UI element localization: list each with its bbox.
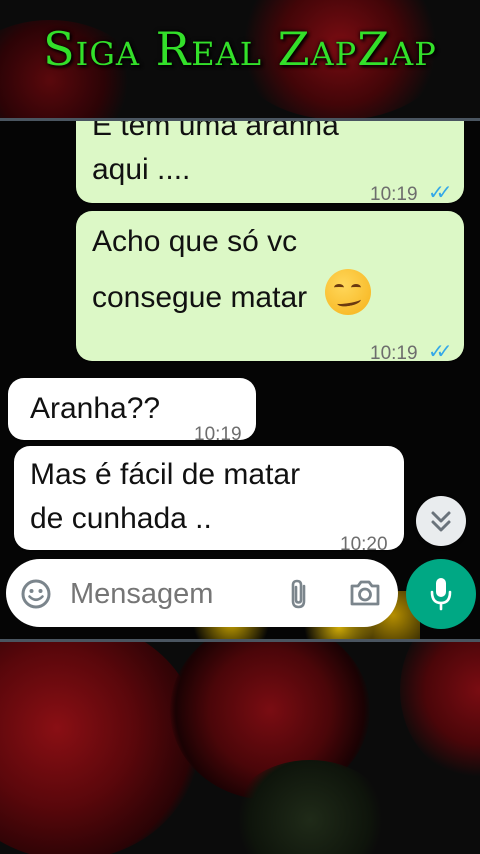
mic-icon	[430, 578, 452, 611]
camera-icon[interactable]	[348, 577, 382, 609]
message-text: Mas é fácil de matar	[30, 458, 301, 491]
double-chevron-down-icon	[431, 511, 451, 532]
message-text: E tem uma aranha	[92, 118, 339, 142]
read-ticks-icon: ✓✓	[428, 341, 452, 363]
chat-screen: E tem uma aranha aqui .... 10:19 ✓✓ Acho…	[0, 118, 480, 642]
message-incoming[interactable]: Mas é fácil de matar de cunhada .. 10:20	[14, 446, 404, 555]
message-text: de cunhada ..	[30, 502, 212, 535]
scroll-to-bottom-button[interactable]	[416, 496, 466, 546]
message-text: consegue matar	[92, 281, 308, 314]
rose-decoration	[0, 620, 200, 854]
message-text: Aranha??	[30, 392, 161, 425]
message-input[interactable]	[68, 571, 272, 617]
emoji-icon[interactable]	[20, 578, 52, 610]
smirking-face-icon	[325, 269, 372, 315]
paperclip-icon[interactable]	[286, 577, 312, 611]
voice-message-button[interactable]	[406, 559, 476, 629]
message-composer	[6, 559, 398, 627]
message-outgoing[interactable]: E tem uma aranha aqui .... 10:19 ✓✓	[76, 118, 464, 205]
message-text: Acho que só vc	[92, 225, 298, 258]
message-text: aqui ....	[92, 153, 191, 186]
read-ticks-icon: ✓✓	[428, 182, 452, 204]
banner-title: Siga Real ZapZap	[43, 22, 437, 76]
message-time: 10:19	[370, 343, 418, 364]
message-incoming[interactable]: Aranha?? 10:19	[8, 378, 256, 445]
message-outgoing[interactable]: Acho que só vc consegue matar 10:19 ✓✓	[76, 211, 464, 364]
